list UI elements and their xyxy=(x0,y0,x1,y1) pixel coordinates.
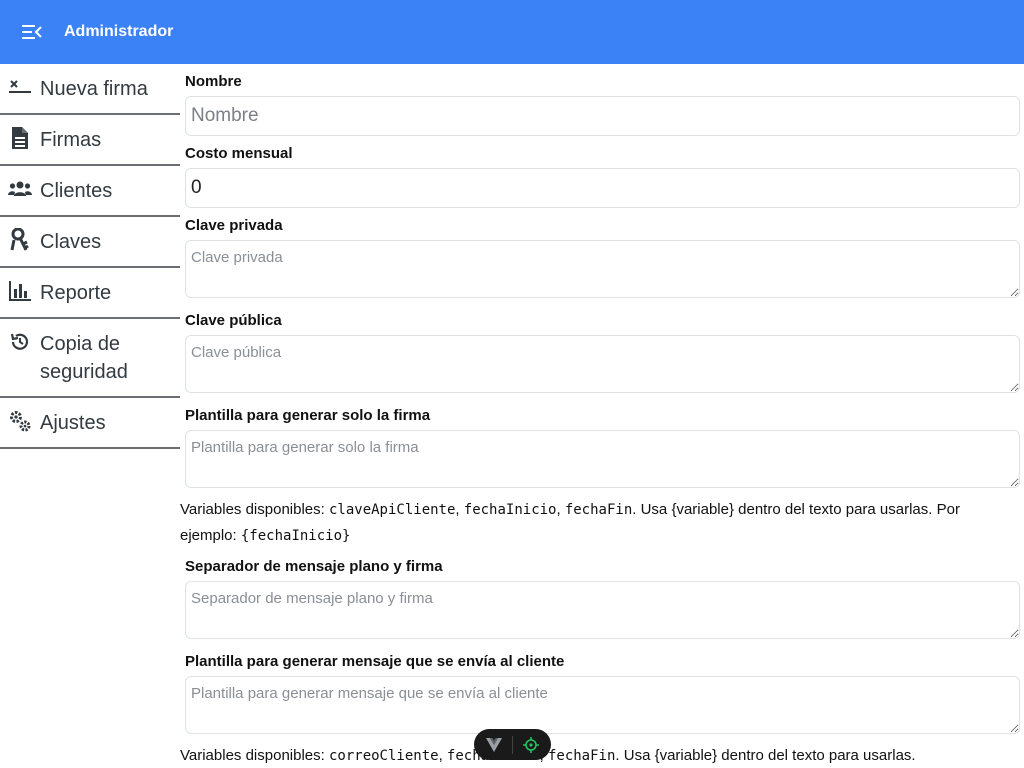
sidebar-item-clientes[interactable]: Clientes xyxy=(0,166,180,217)
signature-icon xyxy=(8,75,32,99)
menu-collapse-icon xyxy=(22,25,42,39)
help-prefix: Variables disponibles: xyxy=(180,501,329,518)
clave-privada-label: Clave privada xyxy=(185,217,283,234)
devtools-floating-toolbar xyxy=(474,729,551,760)
bar-chart-icon xyxy=(8,279,32,303)
clave-privada-textarea[interactable] xyxy=(185,240,1020,298)
sidebar-item-label: Claves xyxy=(40,231,102,253)
sidebar-item-label: Ajustes xyxy=(40,412,106,434)
help-variable: fechaFin xyxy=(564,502,633,518)
key-icon xyxy=(8,228,32,252)
sidebar-item-copia-de-seguridad[interactable]: Copia de seguridad xyxy=(0,319,180,398)
users-icon xyxy=(8,177,32,201)
sidebar-item-nueva-firma[interactable]: Nueva firma xyxy=(0,64,180,115)
vue-devtools-button[interactable] xyxy=(483,734,505,756)
help-variable: claveApiCliente xyxy=(328,502,456,518)
clave-publica-textarea[interactable] xyxy=(185,335,1020,393)
nombre-label: Nombre xyxy=(185,73,242,90)
gears-icon xyxy=(8,409,32,433)
sidebar-item-reporte[interactable]: Reporte xyxy=(0,268,180,319)
help-example: {fechaInicio} xyxy=(240,528,351,544)
crosshair-icon xyxy=(522,736,539,753)
sidebar-item-claves[interactable]: Claves xyxy=(0,217,180,268)
sidebar: Nueva firma Firmas Clientes Claves Repor… xyxy=(0,64,180,449)
field-separador: Separador de mensaje plano y firma xyxy=(180,549,1024,644)
sidebar-item-label: Copia de seguridad xyxy=(40,333,128,383)
plantilla-mensaje-textarea[interactable] xyxy=(185,676,1020,734)
sidebar-item-firmas[interactable]: Firmas xyxy=(0,115,180,166)
separador-label: Separador de mensaje plano y firma xyxy=(185,558,443,575)
sidebar-item-label: Reporte xyxy=(40,282,112,304)
field-plantilla-firma: Plantilla para generar solo la firma xyxy=(180,398,1024,493)
clave-publica-label: Clave pública xyxy=(185,312,282,329)
field-plantilla-mensaje: Plantilla para generar mensaje que se en… xyxy=(180,644,1024,739)
sidebar-item-ajustes[interactable]: Ajustes xyxy=(0,398,180,449)
sidebar-item-label: Firmas xyxy=(40,129,102,151)
costo-mensual-input[interactable] xyxy=(185,168,1020,208)
field-nombre: Nombre xyxy=(180,64,1024,136)
plantilla-firma-textarea[interactable] xyxy=(185,430,1020,488)
nombre-input[interactable] xyxy=(185,96,1020,136)
variables-help-text: Variables disponibles: correoCliente, fe… xyxy=(180,739,1024,768)
sidebar-item-label: Clientes xyxy=(40,180,113,202)
menu-collapse-button[interactable] xyxy=(0,0,64,64)
field-clave-privada: Clave privada xyxy=(180,208,1024,303)
vue-logo-icon xyxy=(486,737,503,752)
help-separator: , xyxy=(438,747,447,764)
field-clave-publica: Clave pública xyxy=(180,303,1024,398)
help-variable: fechaInicio xyxy=(463,502,557,518)
app-title: Administrador xyxy=(64,23,174,40)
variables-help-text: Variables disponibles: claveApiCliente, … xyxy=(180,493,1024,549)
sidebar-item-label: Nueva firma xyxy=(40,78,148,100)
plantilla-firma-label: Plantilla para generar solo la firma xyxy=(185,407,431,424)
help-variable: correoCliente xyxy=(328,748,439,764)
help-separator: , xyxy=(556,501,565,518)
help-prefix: Variables disponibles: xyxy=(180,747,329,764)
plantilla-mensaje-label: Plantilla para generar mensaje que se en… xyxy=(185,653,565,670)
help-separator: , xyxy=(455,501,464,518)
inspect-element-button[interactable] xyxy=(520,734,542,756)
field-costo-mensual: Costo mensual xyxy=(180,136,1024,208)
app-header: Administrador xyxy=(0,0,1024,64)
main-form: Nombre Costo mensual Clave privada Clave… xyxy=(180,64,1024,768)
help-suffix: . Usa {variable} dentro del texto para u… xyxy=(615,747,916,764)
help-variable: fechaFin xyxy=(547,748,616,764)
separador-textarea[interactable] xyxy=(185,581,1020,639)
toolbar-divider xyxy=(511,735,513,754)
history-icon xyxy=(8,330,32,354)
costo-mensual-label: Costo mensual xyxy=(185,145,293,162)
document-icon xyxy=(8,126,32,150)
